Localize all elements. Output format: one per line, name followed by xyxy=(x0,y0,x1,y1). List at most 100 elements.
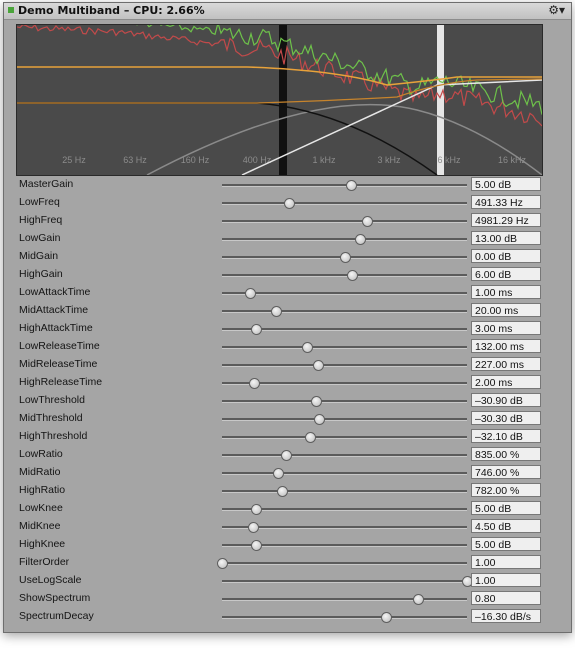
param-value-field[interactable]: 13.00 dB xyxy=(471,231,541,245)
param-value-field[interactable]: –16.30 dB/s xyxy=(471,609,541,623)
param-value-field[interactable]: 3.00 ms xyxy=(471,321,541,335)
param-slider-thumb[interactable] xyxy=(247,522,259,533)
param-slider-thumb[interactable] xyxy=(248,378,260,389)
param-slider-track[interactable] xyxy=(222,400,467,403)
param-value-field[interactable]: 4981.29 Hz xyxy=(471,213,541,227)
param-slider-thumb[interactable] xyxy=(251,504,263,515)
param-value-field[interactable]: 835.00 % xyxy=(471,447,541,461)
param-label: LowThreshold xyxy=(19,394,85,406)
freq-label: 63 Hz xyxy=(123,155,147,165)
param-value-field[interactable]: 1.00 xyxy=(471,555,541,569)
param-slider-thumb[interactable] xyxy=(355,234,367,245)
freq-label: 25 Hz xyxy=(62,155,86,165)
param-row-lowratio: LowRatio 835.00 % xyxy=(4,446,571,464)
param-slider-track[interactable] xyxy=(222,364,467,367)
title-bar: Demo Multiband – CPU: 2.66% ⚙▾ xyxy=(4,3,571,20)
param-slider-track[interactable] xyxy=(222,472,467,475)
param-value-field[interactable]: 5.00 dB xyxy=(471,177,541,191)
param-value-field[interactable]: –30.90 dB xyxy=(471,393,541,407)
param-value-field[interactable]: 0.00 dB xyxy=(471,249,541,263)
param-slider-thumb[interactable] xyxy=(381,612,393,623)
param-slider-thumb[interactable] xyxy=(251,540,263,551)
param-slider-track[interactable] xyxy=(222,202,467,205)
param-label: UseLogScale xyxy=(19,574,82,586)
param-slider-track[interactable] xyxy=(222,418,467,421)
param-label: HighReleaseTime xyxy=(19,376,103,388)
param-value-field[interactable]: 491.33 Hz xyxy=(471,195,541,209)
high-crossover-marker xyxy=(437,25,444,175)
gear-icon[interactable]: ⚙▾ xyxy=(548,3,565,17)
param-label: MidThreshold xyxy=(19,412,83,424)
param-slider-thumb[interactable] xyxy=(277,486,289,497)
param-slider-track[interactable] xyxy=(222,454,467,457)
param-slider-thumb[interactable] xyxy=(313,414,325,425)
param-slider-track[interactable] xyxy=(222,436,467,439)
param-value-field[interactable]: 782.00 % xyxy=(471,483,541,497)
param-value-field[interactable]: 1.00 ms xyxy=(471,285,541,299)
param-row-showspectrum: ShowSpectrum 0.80 xyxy=(4,590,571,608)
param-row-highthreshold: HighThreshold –32.10 dB xyxy=(4,428,571,446)
param-slider-thumb[interactable] xyxy=(280,450,292,461)
param-value-field[interactable]: 132.00 ms xyxy=(471,339,541,353)
enabled-indicator[interactable] xyxy=(8,7,14,13)
param-row-highknee: HighKnee 5.00 dB xyxy=(4,536,571,554)
param-slider-thumb[interactable] xyxy=(339,252,351,263)
param-row-highgain: HighGain 6.00 dB xyxy=(4,266,571,284)
param-slider-thumb[interactable] xyxy=(301,342,313,353)
param-value-field[interactable]: 0.80 xyxy=(471,591,541,605)
param-row-midknee: MidKnee 4.50 dB xyxy=(4,518,571,536)
param-label: MidAttackTime xyxy=(19,304,89,316)
param-slider-track[interactable] xyxy=(222,346,467,349)
param-value-field[interactable]: 5.00 dB xyxy=(471,537,541,551)
param-value-field[interactable]: 227.00 ms xyxy=(471,357,541,371)
param-slider-thumb[interactable] xyxy=(311,396,323,407)
param-row-midreleasetime: MidReleaseTime 227.00 ms xyxy=(4,356,571,374)
param-slider-thumb[interactable] xyxy=(270,306,282,317)
spectrum-graph[interactable]: 25 Hz 63 Hz 160 Hz 400 Hz 1 kHz 3 kHz 6 kHz 16 … xyxy=(16,24,543,176)
low-crossover-marker xyxy=(279,25,287,175)
param-value-field[interactable]: 746.00 % xyxy=(471,465,541,479)
param-value-field[interactable]: 6.00 dB xyxy=(471,267,541,281)
param-slider-track[interactable] xyxy=(222,184,467,187)
param-slider-thumb[interactable] xyxy=(346,270,358,281)
param-label: HighFreq xyxy=(19,214,63,226)
param-value-field[interactable]: 4.50 dB xyxy=(471,519,541,533)
param-row-lowattacktime: LowAttackTime 1.00 ms xyxy=(4,284,571,302)
param-slider-thumb[interactable] xyxy=(217,558,228,569)
param-slider-track[interactable] xyxy=(222,580,467,583)
param-value-field[interactable]: –32.10 dB xyxy=(471,429,541,443)
param-slider-thumb[interactable] xyxy=(245,288,257,299)
param-slider-track[interactable] xyxy=(222,220,467,223)
param-label: HighThreshold xyxy=(19,430,88,442)
param-slider-track[interactable] xyxy=(222,274,467,277)
param-value-field[interactable]: 2.00 ms xyxy=(471,375,541,389)
param-slider-track[interactable] xyxy=(222,490,467,493)
param-slider-thumb[interactable] xyxy=(273,468,285,479)
param-row-midattacktime: MidAttackTime 20.00 ms xyxy=(4,302,571,320)
param-value-field[interactable]: –30.30 dB xyxy=(471,411,541,425)
param-slider-track[interactable] xyxy=(222,598,467,601)
param-slider-track[interactable] xyxy=(222,526,467,529)
param-value-field[interactable]: 1.00 xyxy=(471,573,541,587)
param-slider-thumb[interactable] xyxy=(284,198,296,209)
param-value-field[interactable]: 20.00 ms xyxy=(471,303,541,317)
param-row-lowfreq: LowFreq 491.33 Hz xyxy=(4,194,571,212)
param-slider-thumb[interactable] xyxy=(305,432,317,443)
param-slider-thumb[interactable] xyxy=(413,594,424,605)
freq-label: 1 kHz xyxy=(312,155,336,165)
param-value-field[interactable]: 5.00 dB xyxy=(471,501,541,515)
param-slider-track[interactable] xyxy=(222,292,467,295)
param-row-lowknee: LowKnee 5.00 dB xyxy=(4,500,571,518)
param-slider-track[interactable] xyxy=(222,562,467,565)
param-label: MidReleaseTime xyxy=(19,358,98,370)
param-row-midthreshold: MidThreshold –30.30 dB xyxy=(4,410,571,428)
param-slider-track[interactable] xyxy=(222,238,467,241)
param-slider-thumb[interactable] xyxy=(312,360,324,371)
param-slider-thumb[interactable] xyxy=(345,180,357,191)
window-title: Demo Multiband – CPU: 2.66% xyxy=(18,4,205,17)
param-slider-track[interactable] xyxy=(222,616,467,619)
param-label: MidRatio xyxy=(19,466,61,478)
param-slider-thumb[interactable] xyxy=(251,324,263,335)
param-slider-thumb[interactable] xyxy=(361,216,373,227)
param-slider-track[interactable] xyxy=(222,310,467,313)
